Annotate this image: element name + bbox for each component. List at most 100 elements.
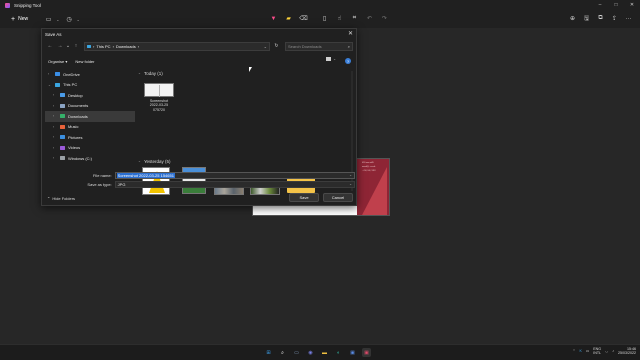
tray-app-icon[interactable]: K: [579, 349, 581, 353]
group-header-today[interactable]: ⌄ Today (1): [138, 69, 163, 77]
language-line: INTL: [593, 351, 602, 356]
eraser-icon[interactable]: ⌫: [298, 13, 309, 24]
chevron-icon[interactable]: ›: [53, 104, 57, 108]
address-separator: ›: [112, 43, 114, 49]
help-icon[interactable]: ?: [345, 58, 351, 64]
battery-icon[interactable]: ▭: [586, 349, 589, 353]
wifi-icon[interactable]: ◡: [605, 349, 608, 353]
chevron-icon[interactable]: ›: [53, 93, 57, 97]
chat-icon[interactable]: ◉: [306, 348, 315, 357]
zoom-icon[interactable]: ⊕: [567, 13, 578, 24]
start-icon[interactable]: ⊞: [264, 348, 273, 357]
breadcrumb-downloads[interactable]: Downloads: [116, 44, 136, 49]
save-as-type-select[interactable]: JPG ⌄: [114, 180, 355, 188]
chevron-down-icon: ⌄: [138, 71, 141, 75]
chevron-down-icon[interactable]: ⌄: [349, 173, 352, 177]
search-input[interactable]: Search Downloads ⌕: [285, 41, 353, 51]
more-options-icon[interactable]: ···: [623, 13, 634, 24]
save-button[interactable]: Save: [289, 193, 319, 202]
ballpoint-pen-icon[interactable]: ▼: [268, 13, 279, 24]
up-arrow-icon[interactable]: ↑: [71, 41, 81, 51]
chevron-down-icon: ⌄: [138, 159, 141, 163]
snipping-tool-app-icon: [5, 2, 10, 8]
sidebar-item-music[interactable]: › Music: [45, 122, 135, 133]
folder-icon: [60, 135, 65, 140]
sidebar-item-onedrive[interactable]: › OneDrive: [45, 69, 135, 80]
language-indicator[interactable]: ENG INTL: [593, 347, 601, 356]
sidebar-item-documents[interactable]: › Documents: [45, 101, 135, 112]
back-arrow-icon[interactable]: ←: [45, 41, 55, 51]
preview-red-triangle: [361, 167, 387, 215]
hide-folders-button[interactable]: ⌃ Hide Folders: [47, 196, 75, 201]
breadcrumb-this-pc[interactable]: This PC: [96, 44, 110, 49]
sidebar-item-desktop[interactable]: › Desktop: [45, 90, 135, 101]
dialog-title: Save As: [45, 31, 62, 37]
save-as-type-row: Save as type: JPG ⌄: [45, 180, 355, 188]
file-explorer-icon[interactable]: ▬: [320, 348, 329, 357]
chevron-icon[interactable]: ›: [53, 156, 57, 160]
edge-icon[interactable]: ◐: [334, 348, 343, 357]
sidebar-item-label: Music: [68, 124, 79, 130]
chevron-icon[interactable]: ›: [48, 72, 52, 76]
show-hidden-icons-icon[interactable]: ⌃: [572, 349, 575, 353]
maximize-button[interactable]: □: [608, 0, 624, 10]
copy-icon[interactable]: ⧉: [595, 13, 606, 24]
undo-icon[interactable]: ↶: [364, 13, 375, 24]
chevron-icon[interactable]: ›: [53, 135, 57, 139]
minimize-button[interactable]: –: [592, 0, 608, 10]
preview-line: ...OK, UK, XXX: [362, 170, 376, 172]
new-snip-label: New: [18, 16, 29, 22]
file-thumbnail: [144, 83, 174, 97]
crop-icon[interactable]: ⌗: [349, 13, 360, 24]
chevron-down-icon[interactable]: ⌄: [349, 182, 352, 186]
sidebar-item-pictures[interactable]: › Pictures: [45, 132, 135, 143]
snip-mode-icon[interactable]: ▭: [43, 14, 54, 25]
refresh-icon[interactable]: ↻: [272, 42, 281, 51]
group-header-yesterday[interactable]: ⌄ Yesterday (5): [138, 157, 171, 165]
sidebar-item-downloads[interactable]: › Downloads: [45, 111, 135, 122]
new-folder-button[interactable]: New folder: [75, 59, 94, 64]
volume-icon[interactable]: ♪: [612, 349, 614, 353]
ruler-icon[interactable]: ▯: [319, 13, 330, 24]
chevron-down-icon[interactable]: ⌄: [76, 17, 79, 22]
chevron-icon[interactable]: ⌄: [48, 83, 52, 87]
store-icon[interactable]: ▣: [348, 348, 357, 357]
search-icon[interactable]: ⌕: [278, 348, 287, 357]
sidebar-item-label: Documents: [68, 103, 89, 109]
address-dropdown-icon[interactable]: ⌄: [264, 44, 267, 49]
save-icon[interactable]: 🖫: [581, 13, 592, 24]
redo-icon[interactable]: ↷: [379, 13, 390, 24]
chevron-up-icon: ⌃: [47, 195, 51, 201]
search-icon: ⌕: [347, 43, 350, 49]
address-separator: ›: [137, 43, 140, 49]
touch-writing-icon[interactable]: ☝: [334, 13, 345, 24]
view-options[interactable]: ⌄: [326, 57, 336, 61]
folder-icon: [55, 82, 60, 87]
sidebar-item-windows-c[interactable]: › Windows (C:): [45, 153, 135, 164]
chevron-down-icon[interactable]: ⌄: [56, 17, 59, 22]
chevron-icon[interactable]: ›: [53, 125, 57, 129]
timer-icon[interactable]: ◷: [63, 14, 74, 25]
forward-arrow-icon[interactable]: →: [55, 41, 65, 51]
dialog-close-icon[interactable]: ✕: [348, 30, 353, 37]
chevron-icon[interactable]: ›: [53, 114, 57, 118]
address-bar[interactable]: › This PC › Downloads › ⌄: [84, 41, 270, 51]
sidebar-item-this-pc[interactable]: ⌄ This PC: [45, 80, 135, 91]
sidebar-item-videos[interactable]: › Videos: [45, 143, 135, 154]
file-name-row: File name: Screenshot 2022-03-25 154651 …: [45, 171, 355, 179]
widgets-icon[interactable]: ▭: [292, 348, 301, 357]
app-title-bar: Snipping Tool – □ ✕: [0, 0, 640, 10]
date: 25/03/2022: [618, 351, 636, 356]
snipping-tool-taskbar-icon[interactable]: ▣: [362, 348, 371, 357]
close-button[interactable]: ✕: [624, 0, 640, 10]
sidebar-item-label: Pictures: [68, 134, 83, 140]
cancel-button[interactable]: Cancel: [323, 193, 353, 202]
chevron-icon[interactable]: ›: [53, 146, 57, 150]
share-icon[interactable]: ⇪: [609, 13, 620, 24]
file-name-input[interactable]: Screenshot 2022-03-25 154651 ⌄: [114, 171, 355, 179]
highlighter-icon[interactable]: ▰: [283, 13, 294, 24]
file-item-screenshot[interactable]: Screenshot 2022-03-25 075720: [142, 83, 176, 112]
organise-menu[interactable]: Organise ▾: [48, 59, 67, 64]
new-snip-button[interactable]: + New: [8, 14, 31, 25]
clock[interactable]: 15:46 25/03/2022: [618, 347, 636, 356]
